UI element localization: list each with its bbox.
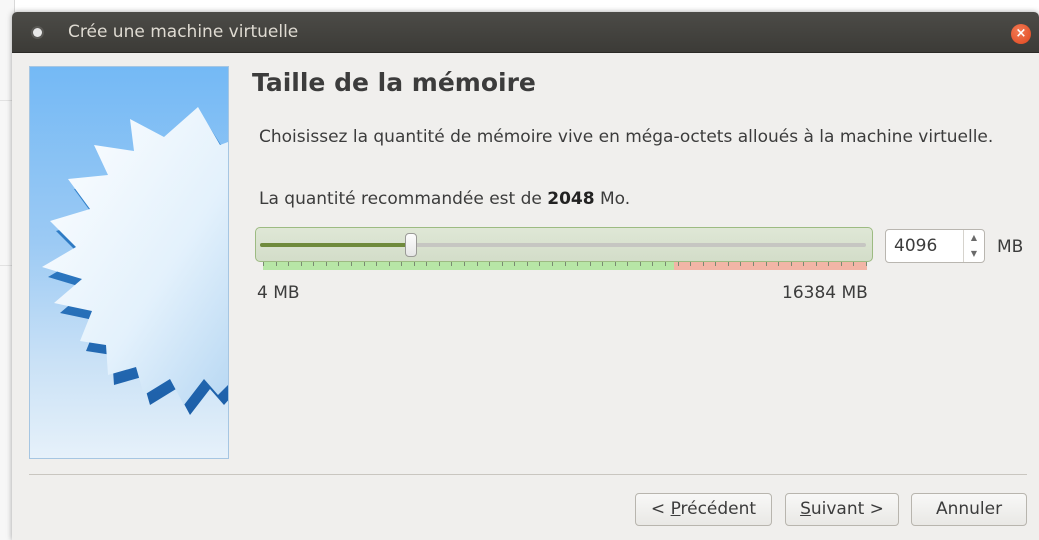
previous-prefix: < xyxy=(650,499,671,519)
close-button[interactable]: × xyxy=(1011,24,1031,44)
previous-label: récédent xyxy=(680,499,757,519)
memory-slider[interactable] xyxy=(255,227,873,262)
spin-up-icon[interactable]: ▲ xyxy=(964,230,984,246)
close-icon: × xyxy=(1015,26,1027,41)
memory-size-input[interactable] xyxy=(886,230,962,262)
previous-button[interactable]: < Précédent xyxy=(635,493,772,526)
wizard-side-image xyxy=(29,66,229,459)
slider-track[interactable] xyxy=(260,243,866,247)
memory-scale xyxy=(263,262,867,270)
slider-thumb[interactable] xyxy=(405,233,418,257)
recommendation-suffix: Mo. xyxy=(594,189,631,209)
recommended-memory-text: La quantité recommandée est de 2048 Mo. xyxy=(259,189,630,209)
memory-unit-label: MB xyxy=(997,237,1024,257)
recommendation-prefix: La quantité recommandée est de xyxy=(259,189,548,209)
next-accelerator: S xyxy=(800,499,811,519)
page-title: Taille de la mémoire xyxy=(252,68,536,97)
window-title: Crée une machine virtuelle xyxy=(68,22,299,42)
next-button[interactable]: Suivant > xyxy=(785,493,899,526)
recommended-memory-value: 2048 xyxy=(547,189,595,209)
starburst-icon xyxy=(42,107,228,415)
create-vm-dialog: Crée une machine virtuelle × Taille de l… xyxy=(12,12,1039,540)
next-label: uivant > xyxy=(810,499,884,519)
spin-buttons: ▲ ▼ xyxy=(963,230,984,262)
slider-fill xyxy=(260,243,412,247)
scale-ticks xyxy=(263,262,867,266)
page-description: Choisissez la quantité de mémoire vive e… xyxy=(259,127,994,147)
cancel-button[interactable]: Annuler xyxy=(911,493,1027,526)
memory-spinbox[interactable]: ▲ ▼ xyxy=(885,229,985,263)
previous-accelerator: P xyxy=(670,499,681,519)
slider-max-label: 16384 MB xyxy=(782,283,868,303)
title-bar[interactable]: Crée une machine virtuelle × xyxy=(12,12,1039,53)
button-separator xyxy=(29,474,1027,475)
spin-down-icon[interactable]: ▼ xyxy=(964,246,984,262)
slider-min-label: 4 MB xyxy=(257,283,300,303)
window-menu-dot-icon[interactable] xyxy=(33,28,42,37)
